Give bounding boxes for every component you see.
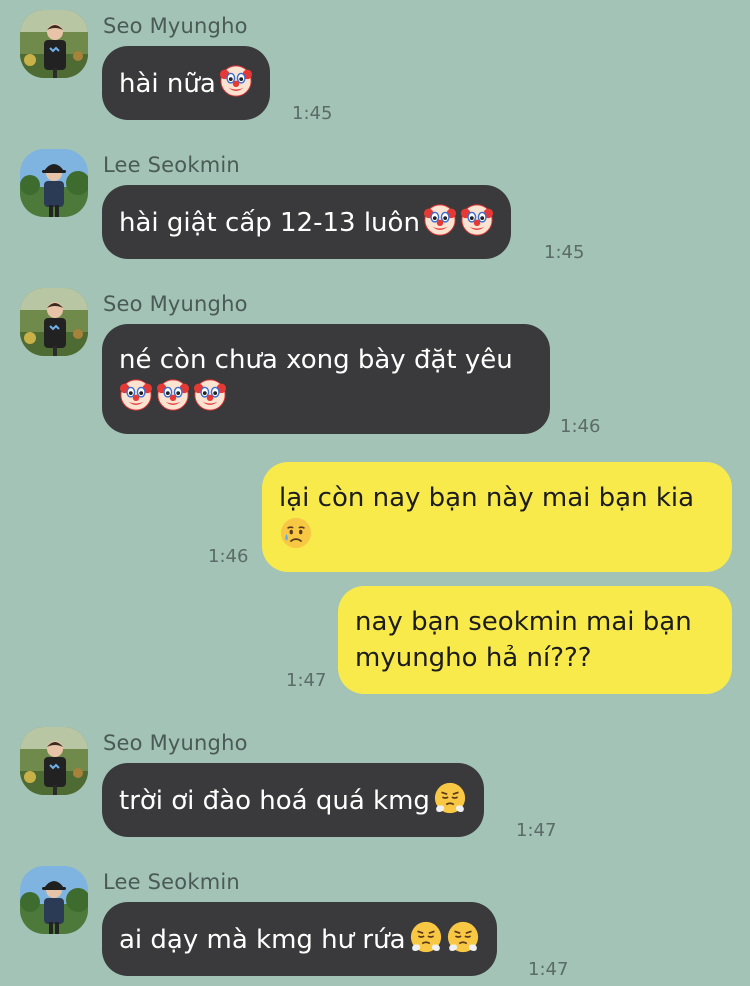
sender-name[interactable]: Lee Seokmin xyxy=(103,153,240,177)
message-time: 1:47 xyxy=(528,959,569,980)
avatar[interactable] xyxy=(20,10,88,78)
clown-face-icon xyxy=(119,378,153,412)
sender-name[interactable]: Lee Seokmin xyxy=(103,870,240,894)
message-bubble[interactable]: hài nữa xyxy=(102,46,270,120)
chat-view[interactable]: Seo Myungho hài nữa 1:45 Lee Seokmin hài… xyxy=(0,0,750,986)
message-text: hài giật cấp 12-13 luôn xyxy=(119,208,420,238)
clown-face-icon xyxy=(460,203,494,237)
clown-face-icon xyxy=(193,378,227,412)
message-bubble[interactable]: nay bạn seokmin mai bạn myungho hả ní??? xyxy=(338,586,732,694)
message-text: né còn chưa xong bày đặt yêu xyxy=(119,345,513,375)
message-text: lại còn nay bạn này mai bạn kia xyxy=(279,483,695,513)
message-text: ai dạy mà kmg hư rứa xyxy=(119,925,406,955)
avatar[interactable] xyxy=(20,727,88,795)
message-time: 1:46 xyxy=(560,416,601,437)
clown-face-icon xyxy=(219,64,253,98)
message-time: 1:47 xyxy=(286,670,327,691)
sender-name[interactable]: Seo Myungho xyxy=(103,731,248,755)
message-bubble[interactable]: hài giật cấp 12-13 luôn xyxy=(102,185,511,259)
message-bubble[interactable]: trời ơi đào hoá quá kmg xyxy=(102,763,484,837)
clown-face-icon xyxy=(156,378,190,412)
sender-name[interactable]: Seo Myungho xyxy=(103,14,248,38)
message-bubble[interactable]: né còn chưa xong bày đặt yêu xyxy=(102,324,550,434)
message-time: 1:45 xyxy=(292,103,333,124)
clown-face-icon xyxy=(423,203,457,237)
avatar[interactable] xyxy=(20,288,88,356)
avatar[interactable] xyxy=(20,149,88,217)
message-text: nay bạn seokmin mai bạn myungho hả ní??? xyxy=(355,607,692,673)
sad-sweat-face-icon xyxy=(279,516,313,550)
message-text: hài nữa xyxy=(119,69,216,99)
sender-name[interactable]: Seo Myungho xyxy=(103,292,248,316)
steam-nose-face-icon xyxy=(433,781,467,815)
message-time: 1:45 xyxy=(544,242,585,263)
steam-nose-face-icon xyxy=(409,920,443,954)
message-time: 1:47 xyxy=(516,820,557,841)
message-time: 1:46 xyxy=(208,546,249,567)
message-bubble[interactable]: lại còn nay bạn này mai bạn kia xyxy=(262,462,732,572)
avatar[interactable] xyxy=(20,866,88,934)
message-bubble[interactable]: ai dạy mà kmg hư rứa xyxy=(102,902,497,976)
steam-nose-face-icon xyxy=(446,920,480,954)
message-text: trời ơi đào hoá quá kmg xyxy=(119,786,430,816)
